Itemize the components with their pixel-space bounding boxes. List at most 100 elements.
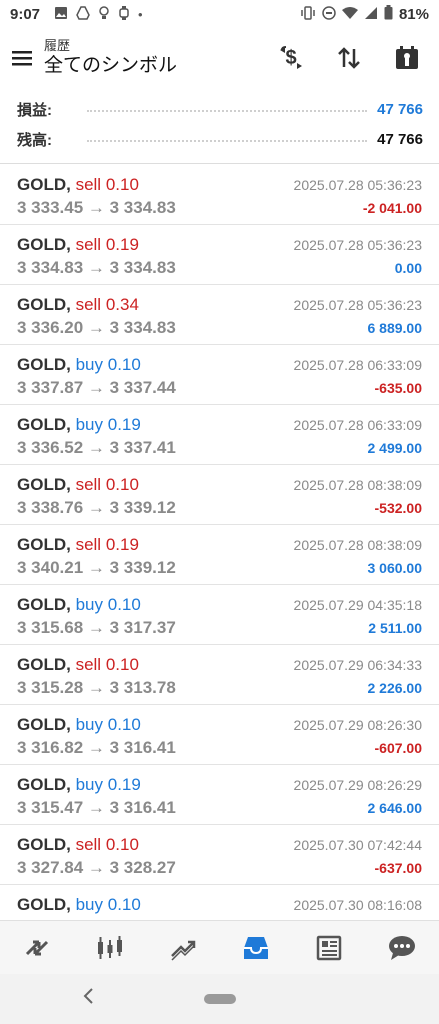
nav-trade[interactable] (157, 926, 209, 970)
nav-quotes[interactable] (11, 926, 63, 970)
trade-time: 2025.07.28 05:36:23 (293, 237, 422, 253)
trade-title: GOLD, buy 0.19 (17, 415, 141, 435)
trade-volume: 0.10 (107, 355, 141, 374)
trade-icon (171, 940, 196, 961)
watch-icon (118, 5, 130, 23)
trade-title: GOLD, buy 0.19 (17, 775, 141, 795)
trade-type: buy (75, 895, 103, 914)
trade-type: sell (75, 235, 102, 254)
chevron-left-icon (83, 988, 93, 1004)
trade-row[interactable]: GOLD, buy 0.10 3 315.68 → 3 317.37 2025.07… (0, 585, 439, 645)
menu-button[interactable] (0, 30, 44, 86)
trade-type: sell (75, 475, 102, 494)
trade-prices: 3 338.76 → 3 339.12 (17, 498, 176, 517)
trade-prices: 3 316.82 → 3 316.41 (17, 738, 176, 757)
trade-prices: 3 337.87 → 3 337.44 (17, 378, 176, 397)
dotted-leader (87, 140, 368, 142)
trade-profit: -2 041.00 (362, 200, 422, 216)
trade-volume: 0.10 (107, 715, 141, 734)
sort-arrows-icon (338, 47, 360, 69)
nav-history[interactable] (230, 926, 282, 970)
nav-chart[interactable] (84, 926, 136, 970)
trade-row[interactable]: GOLD, buy 0.103 328.30 → 3 327.832025.07… (0, 885, 439, 920)
page-subtitle: 履歴 (44, 38, 71, 53)
trade-title: GOLD, sell 0.10 (17, 175, 139, 195)
trade-row[interactable]: GOLD, sell 0.34 3 336.20 → 3 334.83 2025.0… (0, 285, 439, 345)
dot-icon: • (138, 6, 143, 22)
trade-volume: 0.19 (105, 535, 139, 554)
trade-row[interactable]: GOLD, buy 0.10 3 337.87 → 3 337.44 2025.07… (0, 345, 439, 405)
trade-profit: 2 646.00 (367, 800, 423, 816)
trade-type: sell (75, 535, 102, 554)
trade-volume: 0.19 (107, 415, 141, 434)
trade-time: 2025.07.28 08:38:09 (293, 477, 422, 493)
sort-button[interactable] (331, 40, 367, 76)
trade-profit: -637.00 (374, 860, 422, 876)
trade-symbol: GOLD, (17, 835, 71, 854)
trade-prices: 3 315.68 → 3 317.37 (17, 618, 176, 637)
back-button[interactable] (82, 987, 94, 1011)
trade-row[interactable]: GOLD, sell 0.10 3 327.84 → 3 328.27 2025.0… (0, 825, 439, 885)
trade-type: sell (75, 655, 102, 674)
trade-profit: -532.00 (374, 500, 422, 516)
dnd-icon (322, 5, 336, 23)
deposit-button[interactable]: $ (273, 40, 309, 76)
notification-icons: • (54, 5, 143, 23)
trade-row[interactable]: GOLD, sell 0.10 3 315.28 → 3 313.78 2025.0… (0, 645, 439, 705)
trade-time: 2025.07.30 08:16:08 (293, 897, 422, 913)
battery-icon (384, 5, 393, 23)
status-bar: 9:07 • 81% (0, 0, 439, 28)
balance-label: 残高: (17, 131, 52, 149)
trade-volume: 0.10 (105, 475, 139, 494)
trade-volume: 0.19 (107, 775, 141, 794)
trade-volume: 0.10 (105, 655, 139, 674)
trade-prices: 3 336.20 → 3 334.83 (17, 318, 176, 337)
trade-title: GOLD, sell 0.10 (17, 475, 139, 495)
trade-prices: 3 315.28 → 3 313.78 (17, 678, 176, 697)
trade-row[interactable]: GOLD, sell 0.10 3 333.45 → 3 334.83 2025.0… (0, 165, 439, 225)
trade-type: buy (75, 415, 103, 434)
trade-profit: -635.00 (374, 380, 422, 396)
trade-row[interactable]: GOLD, buy 0.19 3 315.47 → 3 316.41 2025.07… (0, 765, 439, 825)
nav-news[interactable] (303, 926, 355, 970)
trade-prices: 3 336.52 → 3 337.41 (17, 438, 176, 457)
trade-time: 2025.07.29 06:34:33 (293, 657, 422, 673)
svg-text:$: $ (285, 47, 296, 69)
trade-row[interactable]: GOLD, buy 0.19 3 336.52 → 3 337.41 2025.07… (0, 405, 439, 465)
trade-symbol: GOLD, (17, 895, 71, 914)
status-time: 9:07 (10, 5, 41, 23)
trade-symbol: GOLD, (17, 775, 71, 794)
trade-title: GOLD, buy 0.10 (17, 595, 141, 615)
period-button[interactable] (389, 40, 425, 76)
trade-title: GOLD, sell 0.10 (17, 655, 139, 675)
trade-history-list[interactable]: GOLD, sell 0.10 3 333.45 → 3 334.83 2025.0… (0, 165, 439, 920)
image-icon (54, 6, 68, 23)
news-icon (316, 935, 342, 960)
battery-percent: 81% (398, 5, 429, 23)
trade-type: sell (75, 835, 102, 854)
history-icon (244, 936, 269, 959)
home-button[interactable] (203, 994, 236, 1004)
trade-time: 2025.07.30 07:42:44 (293, 837, 422, 853)
trade-profit: 2 226.00 (367, 680, 423, 696)
trade-profit: 0.00 (394, 260, 422, 276)
trade-row[interactable]: GOLD, sell 0.19 3 340.21 → 3 339.12 2025.0… (0, 525, 439, 585)
trade-symbol: GOLD, (17, 415, 71, 434)
trade-profit: 2 499.00 (367, 440, 423, 456)
trade-title: GOLD, sell 0.19 (17, 535, 139, 555)
trade-symbol: GOLD, (17, 655, 71, 674)
calendar-icon (396, 46, 418, 69)
trade-time: 2025.07.28 05:36:23 (293, 177, 422, 193)
trade-volume: 0.34 (105, 295, 139, 314)
trade-row[interactable]: GOLD, sell 0.10 3 338.76 → 3 339.12 2025.0… (0, 465, 439, 525)
trade-type: buy (75, 355, 103, 374)
trade-title: GOLD, buy 0.10 (17, 715, 141, 735)
profit-row: 損益: 47 766 (0, 94, 439, 124)
nav-chat[interactable] (376, 926, 428, 970)
drive-icon (76, 5, 90, 23)
trade-row[interactable]: GOLD, buy 0.10 3 316.82 → 3 316.41 2025.07… (0, 705, 439, 765)
trade-profit: 6 889.00 (367, 320, 423, 336)
trade-time: 2025.07.29 08:26:29 (293, 777, 422, 793)
trade-row[interactable]: GOLD, sell 0.19 3 334.83 → 3 334.83 2025.0… (0, 225, 439, 285)
title-block[interactable]: 履歴 全てのシンボル (44, 38, 177, 78)
